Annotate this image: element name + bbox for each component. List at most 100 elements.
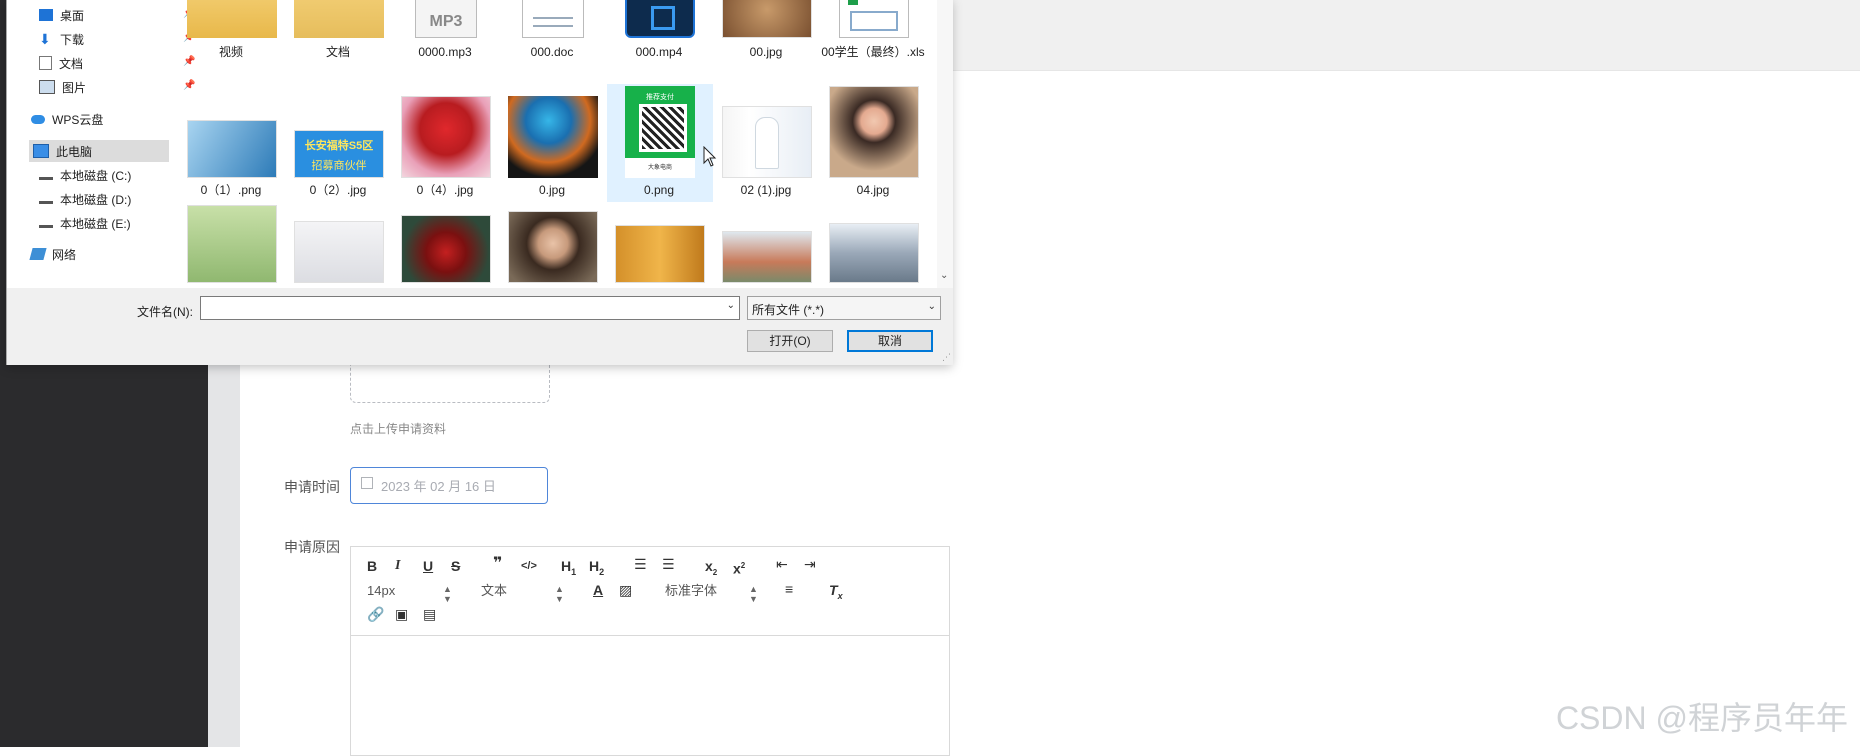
mp4-logo (651, 6, 675, 30)
paragraph-arrow-icon: ▲ ▼ (555, 584, 564, 604)
heading1-icon[interactable]: H1 (561, 557, 576, 581)
drive-icon (39, 219, 53, 228)
file-item[interactable]: 文档 (286, 0, 390, 70)
nav-item-pictures[interactable]: 图片 📌 (39, 76, 195, 98)
rich-text-editor[interactable]: B I U S ❞ </> H1 H2 ☰ ☰ x2 x2 ⇤ ⇥ 14px ▲… (350, 546, 950, 756)
image-thumbnail (722, 231, 812, 283)
image-thumbnail (508, 96, 598, 178)
open-button[interactable]: 打开(O) (747, 330, 833, 352)
image-thumbnail: 长安福特S5区 招募商伙伴 (294, 130, 384, 178)
doc-line (533, 25, 573, 27)
nav-label: 此电脑 (56, 144, 93, 159)
file-item[interactable]: 0.jpg (500, 86, 604, 202)
file-item[interactable]: 02 (1).jpg (714, 86, 818, 202)
nav-label: 下载 (60, 32, 85, 47)
folder-icon (294, 0, 384, 38)
font-size-select[interactable]: 14px (367, 582, 395, 600)
nav-item-desktop[interactable]: 桌面 📌 (39, 4, 195, 26)
image-thumbnail (722, 0, 812, 38)
nav-item-documents[interactable]: 文档 📌 (39, 52, 195, 74)
file-item[interactable]: 长安福特S5区 招募商伙伴 0（2）.jpg (286, 86, 390, 202)
bold-icon[interactable]: B (367, 557, 377, 575)
file-name: 0（2）.jpg (309, 183, 367, 197)
indent-icon[interactable]: ⇥ (804, 555, 816, 573)
video-icon[interactable]: ▤ (423, 605, 436, 623)
nav-label: 本地磁盘 (C:) (60, 168, 132, 183)
resize-grip-icon[interactable]: ⋰ (942, 352, 951, 363)
filetype-select[interactable]: 所有文件 (*.*) ⌄ (747, 296, 941, 320)
folder-icon (187, 0, 277, 38)
nav-item-downloads[interactable]: ⬇ 下载 📌 (39, 28, 195, 50)
file-item[interactable]: 04.jpg (821, 86, 925, 202)
file-name: 视频 (218, 45, 243, 59)
chevron-down-icon[interactable]: ⌄ (727, 300, 735, 311)
background-color-icon[interactable]: ▨ (619, 581, 632, 599)
file-item[interactable]: 000.doc (500, 0, 604, 70)
doc-file-icon (522, 0, 584, 38)
vertical-scrollbar[interactable]: ⌄ (937, 0, 953, 288)
file-item[interactable]: 00学生（最终）.xls (821, 0, 925, 70)
underline-icon[interactable]: U (423, 557, 433, 575)
nav-label: 网络 (52, 247, 77, 262)
nav-item-drive-e[interactable]: 本地磁盘 (E:) (39, 212, 169, 234)
nav-label: 桌面 (60, 8, 85, 23)
code-icon[interactable]: </> (521, 557, 537, 575)
file-name: 02 (1).jpg (740, 183, 792, 197)
dialog-bottom-bar: 文件名(N): ⌄ 所有文件 (*.*) ⌄ 打开(O) 取消 ⋰ (7, 288, 953, 365)
nav-item-drive-d[interactable]: 本地磁盘 (D:) (39, 188, 169, 210)
clear-format-icon[interactable]: Tx (829, 581, 843, 605)
strikethrough-icon[interactable]: S (451, 557, 460, 575)
desktop-icon (39, 9, 53, 21)
nav-label: 图片 (62, 80, 87, 95)
cancel-button[interactable]: 取消 (847, 330, 933, 352)
outdent-icon[interactable]: ⇤ (776, 555, 788, 573)
file-item[interactable]: 视频 (179, 0, 283, 70)
bullet-list-icon[interactable]: ☰ (662, 555, 675, 573)
image-thumbnail (829, 86, 919, 178)
heading2-icon[interactable]: H2 (589, 557, 604, 581)
date-input[interactable]: 2023 年 02 月 16 日 (350, 467, 548, 504)
nav-label: 本地磁盘 (D:) (60, 192, 132, 207)
poster-text: 长安福特S5区 (304, 140, 374, 152)
file-item[interactable] (286, 205, 390, 288)
nav-item-drive-c[interactable]: 本地磁盘 (C:) (39, 164, 169, 186)
chevron-down-icon[interactable]: ⌄ (940, 270, 948, 281)
paragraph-select[interactable]: 文本 (481, 582, 507, 600)
nav-item-this-pc[interactable]: 此电脑 (29, 140, 169, 162)
file-item[interactable] (500, 205, 604, 288)
file-item[interactable]: 000.mp4 (607, 0, 711, 70)
file-item[interactable]: 0（4）.jpg (393, 86, 497, 202)
file-name: 00.jpg (749, 45, 783, 59)
date-label: 申请时间 (284, 479, 340, 495)
italic-icon[interactable]: I (395, 557, 400, 575)
font-family-select[interactable]: 标准字体 (665, 582, 717, 600)
font-family-arrow-icon: ▲ ▼ (749, 584, 758, 604)
superscript-icon[interactable]: x2 (733, 557, 745, 578)
file-item[interactable] (821, 205, 925, 288)
link-icon[interactable]: 🔗 (367, 605, 384, 623)
nav-item-wps-cloud[interactable]: WPS云盘 (31, 108, 169, 130)
ordered-list-icon[interactable]: ☰ (634, 555, 647, 573)
file-item[interactable]: MP3 0000.mp3 (393, 0, 497, 70)
file-item[interactable] (393, 205, 497, 288)
network-icon (29, 248, 47, 260)
image-icon[interactable]: ▣ (395, 605, 408, 623)
file-name: 000.doc (530, 45, 574, 59)
nav-item-network[interactable]: 网络 (29, 243, 169, 265)
align-icon[interactable]: ≡ (785, 580, 793, 598)
filename-input[interactable]: ⌄ (200, 296, 740, 320)
poster-text: 招募商伙伴 (311, 160, 367, 172)
font-color-icon[interactable]: A (593, 581, 603, 599)
file-name: 文档 (325, 45, 350, 59)
quote-icon[interactable]: ❞ (493, 555, 502, 573)
file-item[interactable] (714, 205, 818, 288)
file-item-selected[interactable]: 推荐支付 大象电商 0.png (607, 84, 713, 202)
file-item[interactable] (179, 205, 283, 288)
pictures-icon (39, 80, 55, 94)
file-item[interactable]: 00.jpg (714, 0, 818, 70)
file-name: 00学生（最终）.xls (821, 45, 925, 59)
subscript-icon[interactable]: x2 (705, 557, 717, 582)
file-grid: 视频 文档 MP3 0000.mp3 000.doc 000.mp4 00.jp… (179, 0, 931, 288)
file-item[interactable]: 0（1）.png (179, 86, 283, 202)
file-item[interactable] (607, 205, 711, 288)
